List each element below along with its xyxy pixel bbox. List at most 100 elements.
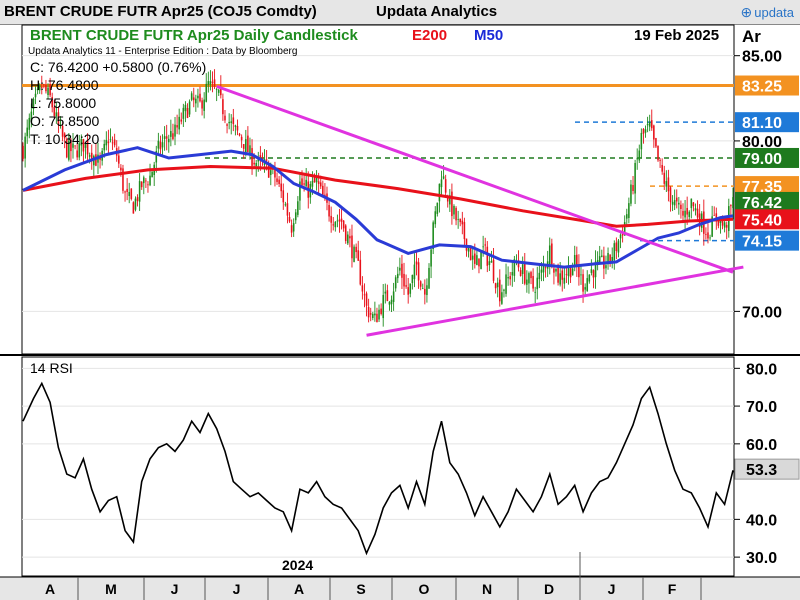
candle-body bbox=[382, 294, 384, 319]
candle-body bbox=[203, 99, 205, 111]
rsi-tick-label: 60.0 bbox=[746, 437, 777, 454]
candle-body bbox=[480, 250, 482, 269]
candle-body bbox=[451, 191, 453, 217]
candle-body bbox=[438, 183, 441, 202]
candle-body bbox=[501, 292, 503, 304]
candle-body bbox=[659, 160, 661, 161]
candle-body bbox=[390, 299, 393, 305]
candle-body bbox=[426, 285, 428, 296]
date-label: O bbox=[419, 581, 430, 597]
candle-body bbox=[265, 159, 268, 161]
candle-body bbox=[255, 162, 258, 167]
candle-body bbox=[157, 140, 160, 149]
candle-body bbox=[407, 287, 409, 295]
candle-body bbox=[578, 265, 580, 278]
date-label: F bbox=[668, 581, 677, 597]
candle-body bbox=[328, 205, 330, 217]
candle-body bbox=[571, 268, 574, 276]
candle-body bbox=[573, 255, 576, 266]
candle-body bbox=[605, 265, 607, 269]
candle-body bbox=[297, 201, 299, 215]
candle-body bbox=[617, 240, 620, 253]
candle-body bbox=[526, 279, 528, 285]
candle-body bbox=[511, 272, 514, 276]
candle-body bbox=[124, 191, 126, 193]
candle-body bbox=[613, 243, 616, 261]
candle-body bbox=[669, 187, 672, 203]
candle-body bbox=[226, 124, 228, 126]
candle-body bbox=[444, 179, 447, 193]
candle-body bbox=[145, 180, 147, 182]
candle-body bbox=[351, 235, 353, 259]
candle-body bbox=[363, 294, 366, 296]
candle-body bbox=[340, 218, 343, 222]
candle-body bbox=[675, 197, 678, 202]
candle-body bbox=[311, 180, 314, 187]
candle-body bbox=[680, 204, 682, 209]
candle-body bbox=[615, 242, 618, 252]
candle-body bbox=[415, 261, 418, 265]
candle-body bbox=[694, 208, 697, 211]
price-tag-label: 81.10 bbox=[742, 115, 782, 132]
candle-body bbox=[313, 177, 316, 183]
candle-body bbox=[609, 254, 611, 261]
candle-body bbox=[471, 255, 474, 260]
candle-body bbox=[111, 142, 114, 144]
candle-body bbox=[184, 104, 187, 112]
candle-body bbox=[365, 293, 368, 306]
candle-body bbox=[161, 142, 164, 148]
candle-body bbox=[544, 267, 547, 269]
candle-body bbox=[440, 179, 443, 188]
rsi-title: 14 RSI bbox=[30, 360, 73, 376]
candle-body bbox=[232, 117, 235, 124]
candle-body bbox=[628, 203, 630, 219]
candle-body bbox=[434, 211, 437, 225]
candle-body bbox=[170, 131, 172, 137]
candle-body bbox=[561, 270, 564, 280]
candle-body bbox=[286, 203, 289, 216]
rsi-tick-label: 30.0 bbox=[746, 550, 777, 567]
candle-body bbox=[26, 127, 28, 137]
candle-body bbox=[128, 191, 131, 197]
price-tick-label: 85.00 bbox=[742, 49, 782, 66]
candle-body bbox=[463, 222, 466, 240]
candle-body bbox=[453, 205, 455, 215]
candle-body bbox=[236, 126, 239, 131]
axis-unit: Ar bbox=[742, 27, 761, 46]
candle-body bbox=[269, 170, 272, 175]
candle-body bbox=[551, 243, 553, 267]
price-axis: 85.0080.0070.0083.2581.1079.0077.3576.42… bbox=[734, 49, 799, 321]
candle-body bbox=[376, 313, 378, 323]
candle-body bbox=[319, 182, 322, 187]
candle-body bbox=[180, 119, 183, 122]
candle-body bbox=[245, 139, 247, 153]
date-axis-band bbox=[0, 577, 800, 600]
data-source-note: Updata Analytics 11 - Enterprise Edition… bbox=[28, 46, 297, 57]
candle-body bbox=[534, 291, 536, 293]
candle-body bbox=[282, 190, 285, 203]
candle-body bbox=[503, 289, 505, 291]
candle-body bbox=[140, 181, 143, 188]
candle-body bbox=[692, 202, 695, 207]
price-tag-label: 74.15 bbox=[742, 234, 782, 251]
year-label: 2024 bbox=[282, 557, 313, 573]
candle-body bbox=[696, 208, 699, 218]
candle-body bbox=[601, 255, 603, 257]
candle-body bbox=[107, 141, 110, 144]
candle-body bbox=[490, 261, 493, 263]
candle-body bbox=[553, 268, 555, 273]
chart-canvas: 85.0080.0070.0083.2581.1079.0077.3576.42… bbox=[0, 24, 800, 600]
candle-body bbox=[492, 259, 495, 281]
rsi-last-value-label: 53.3 bbox=[746, 462, 777, 479]
candle-body bbox=[159, 141, 162, 150]
ohlc-high: H: 76.4800 bbox=[30, 77, 99, 93]
candle-body bbox=[730, 205, 732, 207]
ohlc-time: T: 10.34:20 bbox=[30, 131, 99, 147]
candle-body bbox=[284, 204, 287, 206]
candle-body bbox=[292, 223, 295, 232]
date-label: J bbox=[608, 581, 616, 597]
candle-body bbox=[361, 285, 364, 292]
candle-body bbox=[648, 121, 651, 127]
price-tag-label: 83.25 bbox=[742, 79, 782, 96]
candle-body bbox=[705, 234, 707, 236]
